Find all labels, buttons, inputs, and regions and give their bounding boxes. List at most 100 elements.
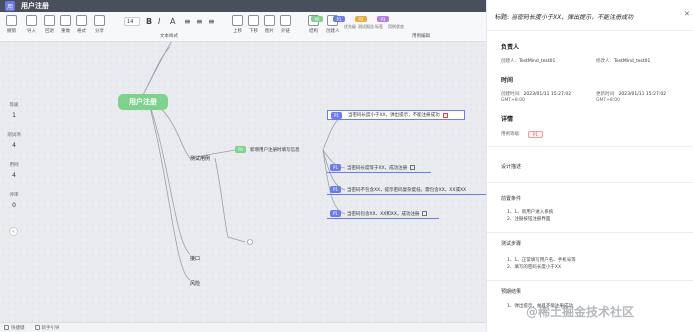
keyboard-icon [4,325,9,330]
format-brush-icon [76,15,87,26]
precondition-line: 2、注册按钮注册界面 [507,217,551,222]
branch-risk[interactable]: 风险 [190,280,200,287]
step-line: 2、填写的密码长度小于XX [507,265,562,270]
align-center-icon[interactable]: ≡ [196,17,203,26]
case-icon[interactable] [442,112,448,118]
case-title: 当密码长度小于XX，弹出提示，不能注册成功 [510,14,634,21]
move-up-button[interactable]: 上移 [232,15,243,34]
counter-testitem: 测试项 4 [7,133,21,149]
image-icon [264,15,275,26]
leaf-badge: P1 [330,210,341,217]
section-owner: 负责人 [501,44,520,51]
section-time: 时间 [501,77,514,84]
leaf-node-4[interactable]: P1 当密码包含XX、XX和XX，成功注册 [327,209,439,219]
created-field: 创建时间: 2023/01/11 15:27:02 [501,92,572,97]
collapse-sidebar-icon[interactable]: « [9,227,18,236]
close-icon[interactable]: ✕ [684,10,690,18]
text-style-group-label: 文本样式 [160,34,178,39]
bottom-bar: 快捷键 新手引导 [0,322,486,332]
font-size-select[interactable]: 14 [124,17,140,26]
leaf-text: 当密码长度等于XX，成功注册 [346,165,408,171]
precondition-title: 前置条件 [501,196,522,202]
case-icon[interactable] [410,165,416,170]
back-button[interactable]: 回退 [44,15,55,34]
italic-icon[interactable]: I [158,17,160,26]
watermark: @稀土掘金技术社区 [526,305,635,319]
collab-button[interactable]: 分享 [94,15,105,34]
tag-chip-p1[interactable]: P1 [333,16,345,22]
design-desc-title: 设计描述 [501,164,522,170]
level-badge[interactable]: P1 [528,131,543,138]
undo-icon [6,15,17,26]
section-detail: 详情 [501,116,514,123]
divider [487,232,693,233]
tag-label-status: 用例状态 [388,24,404,29]
align-right-icon[interactable]: ≡ [208,17,215,26]
tag-chip-p0[interactable]: P0 [311,16,323,22]
expected-title: 预期结果 [501,289,522,295]
font-color-icon[interactable]: A [170,17,175,26]
move-down-button[interactable]: 下移 [248,15,259,34]
detail-panel: 标题: 当密码长度小于XX，弹出提示，不能注册成功 ✕ 负责人 创建人: Test… [486,0,693,332]
counter-review: 评审 0 [9,193,19,209]
format-button[interactable]: 格式 [76,15,87,34]
updated-tz: GMT+8:00 [596,98,620,103]
title-bar: 用 用户注册 [0,0,486,12]
move-up-icon [232,15,243,26]
steps-title: 测试步骤 [501,241,522,247]
collab-icon [94,15,105,26]
mid-node-badge: P0 [235,146,246,153]
import-button[interactable]: 导入 [26,15,37,34]
panel-title: 标题: 当密码长度小于XX，弹出提示，不能注册成功 [495,14,634,21]
counter-case: 用例 4 [9,163,19,179]
created-tz: GMT+8:00 [501,98,525,103]
image-button[interactable]: 图片 [264,15,275,34]
leaf-node-1[interactable]: P1 当密码长度小于XX，弹出提示，不能注册成功 [327,110,465,120]
case-icon[interactable] [422,211,428,216]
toolbar: 撤销 导入 回退 重做 格式 分享 14 B I A ≡ ≡ ≡ 文本样式 上移… [0,12,486,42]
counter-level: 等级 1 [9,103,19,119]
shortcut-button[interactable]: 快捷键 [4,325,25,331]
link-button[interactable]: 外链 [280,15,291,34]
level-label: 用例等级: [501,132,521,137]
mindmap-links [142,42,346,281]
mid-node-text: 新增用户注册时填写信息 [249,147,300,153]
tag-chip-p2[interactable]: P2 [355,16,367,22]
undo-button[interactable]: 撤销 [6,15,17,34]
divider [487,146,693,147]
leaf-text: 当密码不包含XX，提示密码复杂度低，需包含XX、XX或XX [346,187,467,193]
mindmap-canvas[interactable]: 用户注册 测试用例 接口 风险 P0 新增用户注册时填写信息 P1 当密码长度小… [0,42,486,322]
app-logo: 用 [5,1,15,11]
divider [487,30,693,31]
leaf-badge: P1 [330,164,341,171]
step-line: 1、1、正常填写用户名、手机号等 [507,258,576,263]
leaf-badge: P1 [330,186,341,193]
bold-icon[interactable]: B [146,17,152,26]
move-down-icon [248,15,259,26]
branch-testcase[interactable]: 测试用例 [190,155,210,162]
creator-field: 创建人: TestMind_test01 [501,59,556,64]
leaf-node-3[interactable]: P1 当密码不包含XX，提示密码复杂度低，需包含XX、XX或XX [327,185,486,195]
mid-node[interactable]: P0 新增用户注册时填写信息 [235,145,323,154]
leaf-node-2[interactable]: P1 当密码长度等于XX，成功注册 [327,163,431,173]
tag-label-tag: 标签 [375,24,383,29]
redo-button[interactable]: 重做 [60,15,71,34]
tag-label-priority: 优先级 [344,24,356,29]
precondition-line: 1、1、新用户进入系统 [507,210,554,215]
leaf-badge: P1 [331,111,342,119]
updated-field: 更新时间: 2023/01/11 15:27:02 [596,92,667,97]
divider [487,280,693,281]
align-left-icon[interactable]: ≡ [184,17,191,26]
branch-api[interactable]: 接口 [190,255,200,262]
guide-button[interactable]: 新手引导 [34,325,60,331]
guide-icon [34,325,40,330]
add-node-circle [247,239,253,245]
tag-chip-p3[interactable]: P3 [377,16,389,22]
import-icon [26,15,37,26]
link-icon [280,15,291,26]
tag-label-report: 测试报告 [358,24,374,29]
root-node[interactable]: 用户注册 [118,94,168,110]
leaf-text: 当密码包含XX、XX和XX，成功注册 [346,211,420,217]
back-icon [44,15,55,26]
case-edit-group-label: 用例编辑 [412,34,430,39]
